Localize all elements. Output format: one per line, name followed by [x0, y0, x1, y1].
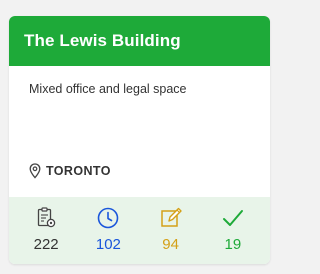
clock-icon [98, 207, 119, 229]
clipboard-gear-icon [37, 207, 56, 228]
location-label: TORONTO [46, 164, 111, 178]
card-header: The Lewis Building [9, 16, 270, 66]
building-card[interactable]: The Lewis Building Mixed office and lega… [9, 16, 270, 264]
stat-completed-value: 19 [224, 236, 242, 253]
edit-icon [160, 207, 182, 227]
building-description: Mixed office and legal space [29, 82, 187, 96]
location: TORONTO [29, 163, 111, 179]
stat-in-review-value: 94 [162, 236, 179, 253]
checkmark-icon [222, 210, 243, 226]
stat-pending[interactable]: 102 [77, 197, 139, 253]
stat-in-review[interactable]: 94 [140, 197, 202, 253]
location-pin-icon [29, 163, 41, 179]
stat-pending-value: 102 [95, 236, 121, 253]
stats-bar: 222 102 94 19 [9, 197, 270, 264]
card-body: Mixed office and legal space TORONTO [9, 66, 270, 197]
stat-completed[interactable]: 19 [202, 197, 264, 253]
building-title: The Lewis Building [24, 31, 181, 50]
stat-total[interactable]: 222 [15, 197, 77, 253]
stat-total-value: 222 [33, 236, 59, 253]
